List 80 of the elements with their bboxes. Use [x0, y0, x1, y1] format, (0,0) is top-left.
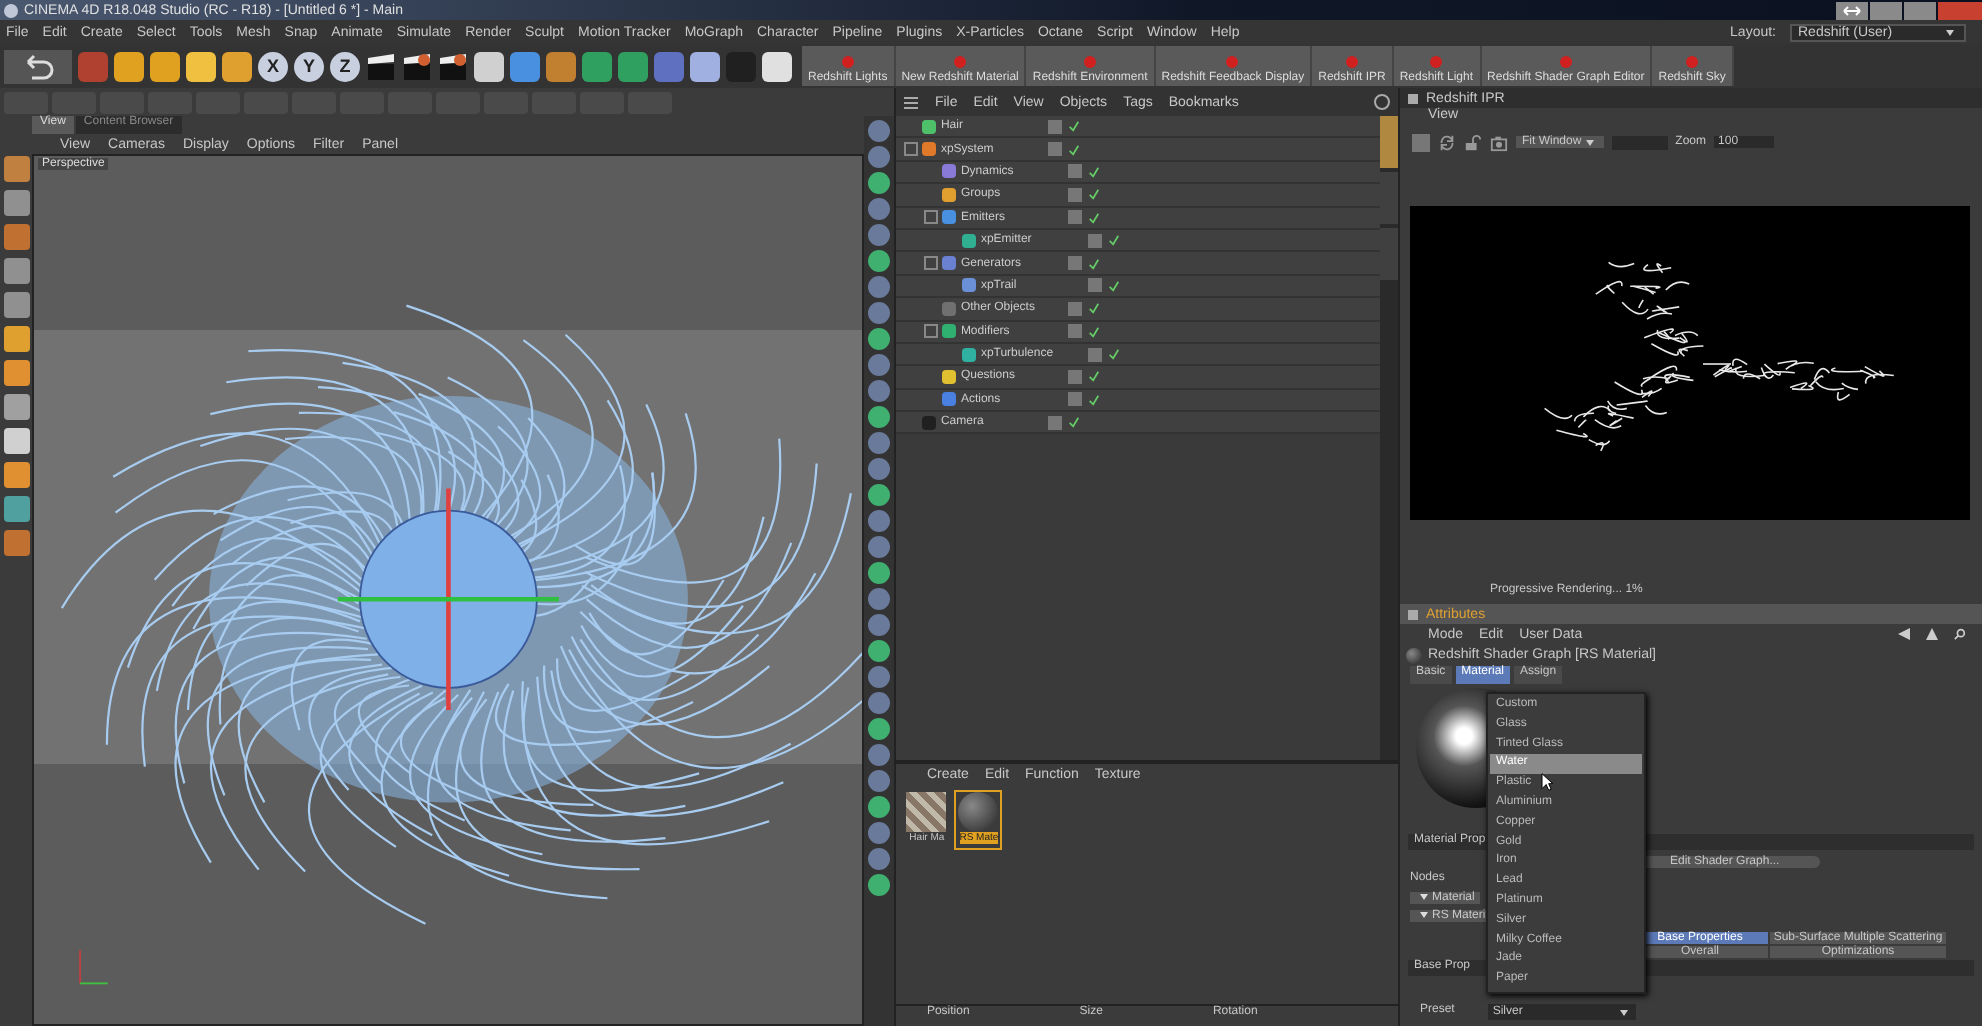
tool-icon[interactable] — [3, 156, 29, 182]
tool-icon[interactable] — [868, 458, 891, 480]
mouse-cursor-icon — [1540, 772, 1554, 792]
material-ball-icon — [1406, 647, 1422, 663]
tool-icon[interactable] — [3, 496, 29, 522]
tool-icon[interactable] — [868, 874, 891, 896]
tool-icon[interactable] — [868, 354, 891, 376]
tool-icon[interactable] — [868, 640, 891, 662]
toolbar-icon[interactable] — [510, 51, 540, 81]
close-button[interactable] — [1938, 1, 1982, 19]
tool-icon[interactable] — [3, 360, 29, 386]
tool-icon[interactable] — [868, 172, 891, 194]
toolbar-icon[interactable] — [690, 51, 720, 81]
search-icon[interactable] — [1954, 628, 1966, 640]
axis-gizmo-drawing[interactable] — [337, 488, 559, 711]
toolbar-icon[interactable] — [222, 51, 252, 81]
tool-icon[interactable] — [868, 198, 891, 220]
tool-icon[interactable] — [868, 250, 891, 272]
tool-icon[interactable] — [3, 258, 29, 284]
tool-icon[interactable] — [3, 224, 29, 250]
world-axis-icon — [79, 949, 109, 985]
tool-icon[interactable] — [868, 744, 891, 766]
maximize-button[interactable] — [1904, 1, 1936, 19]
tool-icon[interactable] — [868, 406, 891, 428]
tool-icon[interactable] — [868, 484, 891, 506]
back-arrow-icon[interactable] — [1898, 628, 1910, 640]
tool-icon[interactable] — [868, 146, 891, 168]
toolbar-icon[interactable] — [150, 51, 180, 81]
restore-icon[interactable] — [1836, 1, 1868, 19]
tool-icon[interactable] — [3, 462, 29, 488]
lock-icon[interactable] — [1464, 133, 1482, 151]
tool-icon[interactable] — [868, 120, 891, 142]
tool-icon[interactable] — [868, 432, 891, 454]
tool-icon[interactable] — [868, 380, 891, 402]
tool-icon[interactable] — [868, 536, 891, 558]
toolbar-icon[interactable] — [546, 51, 576, 81]
tool-icon[interactable] — [868, 666, 891, 688]
clapper-icon[interactable] — [366, 51, 396, 81]
tool-icon[interactable] — [868, 770, 891, 792]
tool-icon[interactable] — [868, 510, 891, 532]
tool-icon[interactable] — [3, 394, 29, 420]
expand-toggle-icon[interactable] — [924, 256, 939, 271]
toolbar-icon[interactable] — [186, 51, 216, 81]
tool-icon[interactable] — [868, 302, 891, 324]
minimize-button[interactable] — [1870, 1, 1902, 19]
camera-icon[interactable] — [1490, 133, 1508, 151]
menu-icon[interactable] — [904, 95, 919, 109]
axis-button[interactable]: X — [258, 51, 288, 81]
tool-icon[interactable] — [868, 224, 891, 246]
tool-icon[interactable] — [868, 562, 891, 584]
expand-toggle-icon[interactable] — [924, 324, 939, 339]
stop-button[interactable] — [1412, 133, 1430, 151]
tool-icon[interactable] — [3, 292, 29, 318]
expand-toggle-icon[interactable] — [924, 210, 939, 225]
tool-icon[interactable] — [868, 848, 891, 870]
clapper-icon[interactable] — [402, 51, 432, 81]
tool-icon[interactable] — [868, 588, 891, 610]
axis-button[interactable]: Z — [330, 51, 360, 81]
refresh-icon[interactable] — [1438, 133, 1456, 151]
expand-toggle-icon[interactable] — [904, 142, 919, 157]
toolbar-icon[interactable] — [762, 51, 792, 81]
tool-icon[interactable] — [3, 190, 29, 216]
tool-icon[interactable] — [3, 326, 29, 352]
toolbar-icon[interactable] — [474, 51, 504, 81]
up-arrow-icon[interactable] — [1926, 628, 1938, 640]
clapper-icon[interactable] — [438, 51, 468, 81]
tool-icon[interactable] — [868, 328, 891, 350]
tool-icon[interactable] — [868, 692, 891, 714]
app-logo-icon — [4, 3, 18, 17]
tool-icon[interactable] — [868, 822, 891, 844]
toolbar-icon[interactable] — [114, 51, 144, 81]
axis-button[interactable]: Y — [294, 51, 324, 81]
undo-icon[interactable] — [4, 49, 72, 83]
tool-icon[interactable] — [868, 276, 891, 298]
search-icon[interactable] — [1374, 94, 1390, 110]
tool-icon[interactable] — [868, 614, 891, 636]
tool-icon[interactable] — [868, 718, 891, 740]
tool-icon[interactable] — [3, 428, 29, 454]
tool-icon[interactable] — [868, 796, 891, 818]
tool-icon[interactable] — [3, 530, 29, 556]
